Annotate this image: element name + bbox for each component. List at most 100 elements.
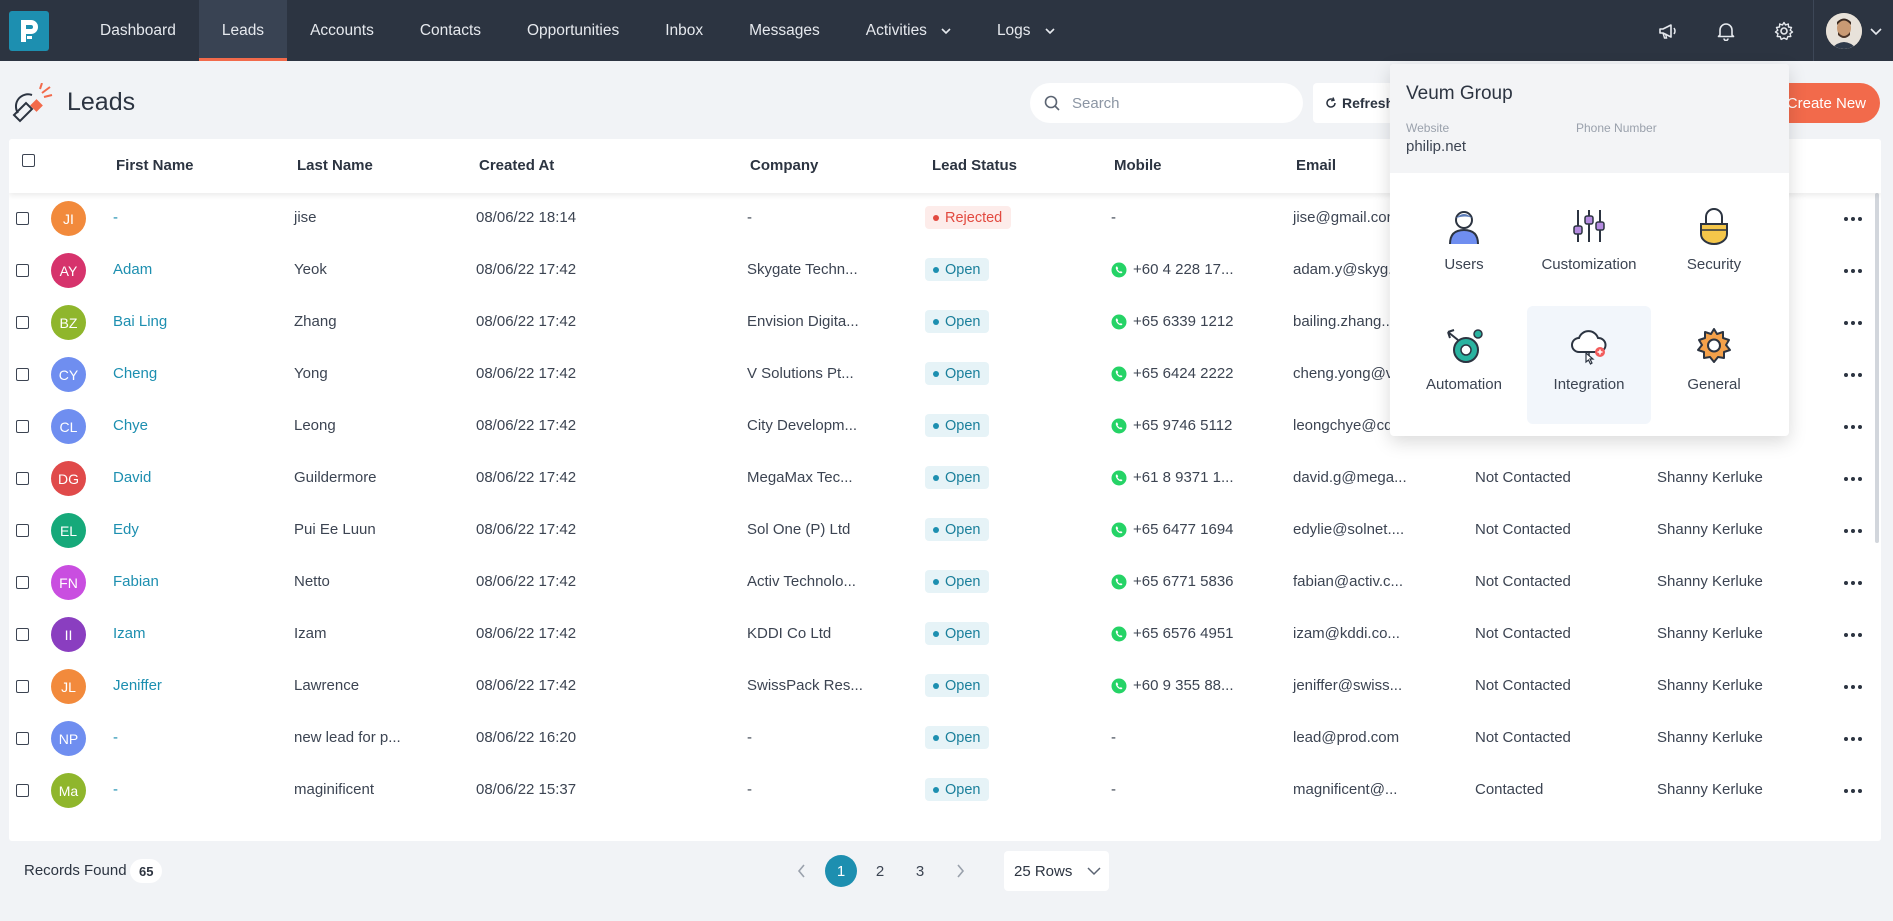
cell-first-name[interactable]: Chye (113, 417, 148, 434)
row-checkbox[interactable] (16, 472, 29, 485)
table-row[interactable]: FN Fabian Netto 08/06/22 17:42 Activ Technol… (9, 557, 1881, 609)
nav-logs[interactable]: Logs (974, 0, 1078, 61)
nav-accounts[interactable]: Accounts (287, 0, 397, 61)
cell-first-name[interactable]: David (113, 469, 151, 486)
nav-contacts[interactable]: Contacts (397, 0, 504, 61)
cell-first-name[interactable]: Bai Ling (113, 313, 167, 330)
row-checkbox[interactable] (16, 368, 29, 381)
whatsapp-icon[interactable] (1111, 418, 1127, 434)
column-header-created-at[interactable]: Created At (479, 157, 554, 174)
settings-button[interactable] (1755, 0, 1813, 61)
page-1-button[interactable]: 1 (825, 855, 857, 887)
organization-name: Veum Group (1406, 83, 1513, 104)
settings-tile-automation[interactable]: Automation (1402, 306, 1526, 424)
announcements-button[interactable] (1639, 0, 1697, 61)
avatar: CY (51, 357, 86, 392)
settings-tile-users[interactable]: Users (1402, 186, 1526, 304)
cell-first-name[interactable]: Fabian (113, 573, 159, 590)
app-logo[interactable] (9, 10, 49, 51)
table-row[interactable]: EL Edy Pui Ee Luun 08/06/22 17:42 Sol One (P… (9, 505, 1881, 557)
table-row[interactable]: JL Jeniffer Lawrence 08/06/22 17:42 SwissPac… (9, 661, 1881, 713)
row-checkbox[interactable] (16, 316, 29, 329)
whatsapp-icon[interactable] (1111, 678, 1127, 694)
row-checkbox[interactable] (16, 420, 29, 433)
row-checkbox[interactable] (16, 784, 29, 797)
cell-first-name[interactable]: Adam (113, 261, 152, 278)
page-2-button[interactable]: 2 (863, 855, 897, 887)
cell-last-name: maginificent (294, 781, 375, 798)
row-checkbox[interactable] (16, 628, 29, 641)
row-checkbox[interactable] (16, 212, 29, 225)
row-checkbox[interactable] (16, 576, 29, 589)
cell-first-name[interactable]: Edy (113, 521, 139, 538)
row-actions-more-icon[interactable] (1844, 477, 1862, 481)
settings-tile-general[interactable]: General (1652, 306, 1776, 424)
settings-tile-integration[interactable]: Integration (1527, 306, 1651, 424)
bell-icon (1717, 22, 1735, 41)
whatsapp-icon[interactable] (1111, 262, 1127, 278)
cell-first-name[interactable]: Izam (113, 625, 146, 642)
settings-tile-security[interactable]: Security (1652, 186, 1776, 304)
row-checkbox[interactable] (16, 680, 29, 693)
search-input[interactable] (1072, 94, 1272, 112)
row-actions-more-icon[interactable] (1844, 581, 1862, 585)
column-header-last-name[interactable]: Last Name (297, 157, 373, 174)
nav-dashboard[interactable]: Dashboard (77, 0, 199, 61)
search-box[interactable] (1030, 83, 1303, 123)
page-3-button[interactable]: 3 (903, 855, 937, 887)
row-actions-more-icon[interactable] (1844, 425, 1862, 429)
whatsapp-icon[interactable] (1111, 366, 1127, 382)
status-badge: Open (925, 414, 990, 437)
cell-first-name[interactable]: - (113, 781, 118, 798)
nav-messages[interactable]: Messages (726, 0, 843, 61)
table-scrollbar[interactable] (1875, 193, 1879, 543)
select-all-checkbox[interactable] (22, 154, 35, 167)
row-checkbox[interactable] (16, 264, 29, 277)
column-header-lead-status[interactable]: Lead Status (932, 157, 1017, 174)
prev-page-button[interactable] (785, 855, 819, 887)
whatsapp-icon[interactable] (1111, 522, 1127, 538)
row-actions-more-icon[interactable] (1844, 269, 1862, 273)
rows-per-page-select[interactable]: 25 Rows (1004, 851, 1109, 891)
general-icon (1697, 328, 1731, 363)
nav-inbox[interactable]: Inbox (642, 0, 726, 61)
nav-leads[interactable]: Leads (198, 0, 288, 61)
nav-activities[interactable]: Activities (843, 0, 974, 61)
cell-first-name[interactable]: - (113, 729, 118, 746)
whatsapp-icon[interactable] (1111, 574, 1127, 590)
cell-first-name[interactable]: - (113, 209, 118, 226)
column-header-email[interactable]: Email (1296, 157, 1336, 174)
avatar: AY (51, 253, 86, 288)
settings-tile-customization[interactable]: Customization (1527, 186, 1651, 304)
row-actions-more-icon[interactable] (1844, 529, 1862, 533)
table-row[interactable]: NP - new lead for p... 08/06/22 16:20 - Open -… (9, 713, 1881, 765)
notifications-button[interactable] (1697, 0, 1755, 61)
column-header-company[interactable]: Company (750, 157, 818, 174)
nav-opportunities[interactable]: Opportunities (504, 0, 642, 61)
cell-first-name[interactable]: Jeniffer (113, 677, 162, 694)
nav-label: Dashboard (100, 21, 176, 39)
row-actions-more-icon[interactable] (1844, 633, 1862, 637)
column-header-mobile[interactable]: Mobile (1114, 157, 1162, 174)
row-actions-more-icon[interactable] (1844, 789, 1862, 793)
row-actions-more-icon[interactable] (1844, 737, 1862, 741)
table-row[interactable]: Ma - maginificent 08/06/22 15:37 - Open - magni… (9, 765, 1881, 817)
whatsapp-icon[interactable] (1111, 470, 1127, 486)
row-checkbox[interactable] (16, 732, 29, 745)
row-actions-more-icon[interactable] (1844, 685, 1862, 689)
cell-first-name[interactable]: Cheng (113, 365, 157, 382)
user-menu[interactable] (1813, 0, 1893, 61)
row-checkbox[interactable] (16, 524, 29, 537)
column-header-first-name[interactable]: First Name (116, 157, 194, 174)
row-actions-more-icon[interactable] (1844, 373, 1862, 377)
next-page-button[interactable] (943, 855, 977, 887)
whatsapp-icon[interactable] (1111, 626, 1127, 642)
create-new-button[interactable]: Create New (1780, 83, 1880, 123)
row-actions-more-icon[interactable] (1844, 321, 1862, 325)
cell-owner: Shanny Kerluke (1657, 625, 1763, 642)
whatsapp-icon[interactable] (1111, 314, 1127, 330)
search-icon (1044, 95, 1060, 111)
table-row[interactable]: DG David Guildermore 08/06/22 17:42 MegaMax … (9, 453, 1881, 505)
row-actions-more-icon[interactable] (1844, 217, 1862, 221)
table-row[interactable]: II Izam Izam 08/06/22 17:42 KDDI Co Ltd Open +… (9, 609, 1881, 661)
